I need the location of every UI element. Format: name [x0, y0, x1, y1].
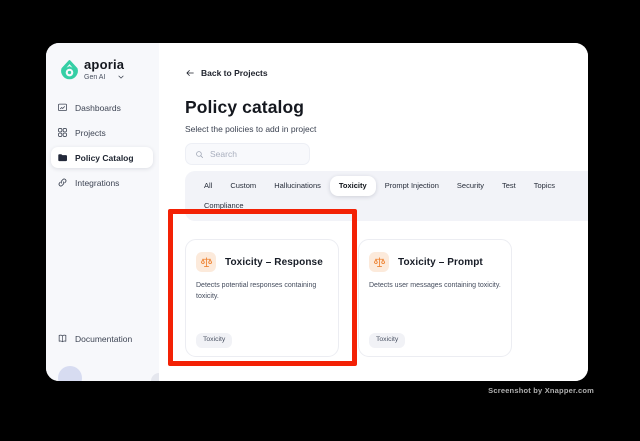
policy-card-toxicity-prompt[interactable]: Toxicity – Prompt Detects user messages … — [358, 239, 512, 357]
policy-card-header: Toxicity – Response — [196, 252, 330, 272]
brand-name: aporia — [84, 57, 125, 72]
screenshot-canvas: aporia Gen AI Dashboards Projects Policy… — [0, 0, 640, 441]
aporia-logo-icon — [61, 60, 78, 80]
sidebar-nav: Dashboards Projects Policy Catalog Integ… — [51, 97, 153, 193]
sidebar-item-label: Dashboards — [75, 102, 121, 113]
tab-custom[interactable]: Custom — [221, 176, 265, 196]
tab-toxicity[interactable]: Toxicity — [329, 176, 376, 196]
arrow-left-icon — [185, 68, 195, 78]
sidebar-item-integrations[interactable]: Integrations — [51, 172, 153, 193]
tab-topics[interactable]: Topics — [525, 176, 564, 196]
search-icon — [195, 150, 204, 159]
avatar[interactable] — [58, 366, 82, 381]
projects-icon — [57, 127, 68, 138]
page-title: Policy catalog — [185, 97, 305, 117]
policy-icon-chip — [196, 252, 216, 272]
sidebar-footer: Documentation — [51, 328, 153, 349]
tab-security[interactable]: Security — [448, 176, 493, 196]
policy-icon-chip — [369, 252, 389, 272]
workspace-name: Gen AI — [84, 73, 106, 81]
policy-card-title: Toxicity – Response — [225, 256, 323, 268]
back-link-label: Back to Projects — [201, 68, 268, 78]
watermark-text: Screenshot by Xnapper.com — [488, 386, 594, 395]
policy-card-toxicity-response[interactable]: Toxicity – Response Detects potential re… — [185, 239, 339, 357]
tab-prompt-injection[interactable]: Prompt Injection — [376, 176, 448, 196]
dashboards-icon — [57, 102, 68, 113]
app-window: aporia Gen AI Dashboards Projects Policy… — [46, 43, 588, 381]
sidebar: aporia Gen AI Dashboards Projects Policy… — [46, 43, 167, 381]
page-subtitle: Select the policies to add in project — [185, 124, 317, 134]
tab-test[interactable]: Test — [493, 176, 525, 196]
sidebar-item-label: Integrations — [75, 177, 120, 188]
policy-cards-grid: Toxicity – Response Detects potential re… — [185, 239, 588, 357]
policy-card-description: Detects user messages containing toxicit… — [369, 282, 501, 289]
search-input[interactable] — [210, 149, 300, 159]
sidebar-item-projects[interactable]: Projects — [51, 122, 153, 143]
policy-card-description: Detects potential responses containing t… — [196, 282, 317, 300]
sidebar-item-label: Projects — [75, 127, 106, 138]
tab-compliance[interactable]: Compliance — [195, 196, 253, 216]
tab-hallucinations[interactable]: Hallucinations — [265, 176, 330, 196]
sidebar-item-dashboards[interactable]: Dashboards — [51, 97, 153, 118]
policy-card-header: Toxicity – Prompt — [369, 252, 503, 272]
policy-card-tag: Toxicity — [369, 333, 406, 348]
category-tabs: All Custom Hallucinations Toxicity Prompt In… — [185, 171, 588, 221]
brand[interactable]: aporia Gen AI — [60, 58, 153, 88]
sidebar-item-documentation[interactable]: Documentation — [51, 328, 153, 349]
back-to-projects-link[interactable]: Back to Projects — [185, 68, 268, 78]
sidebar-item-policy-catalog[interactable]: Policy Catalog — [51, 147, 153, 168]
sidebar-item-label: Documentation — [75, 333, 133, 344]
scales-icon — [373, 256, 386, 269]
sidebar-item-label: Policy Catalog — [75, 152, 134, 163]
search-box[interactable] — [185, 143, 310, 165]
integrations-icon — [57, 177, 68, 188]
scales-icon — [200, 256, 213, 269]
chevron-down-icon[interactable] — [117, 73, 125, 81]
main-content: Back to Projects Policy catalog Select t… — [159, 43, 588, 381]
policy-card-tag: Toxicity — [196, 333, 233, 348]
policy-card-title: Toxicity – Prompt — [398, 256, 483, 268]
folder-icon — [57, 152, 68, 163]
tab-all[interactable]: All — [195, 176, 221, 196]
book-icon — [57, 333, 68, 344]
